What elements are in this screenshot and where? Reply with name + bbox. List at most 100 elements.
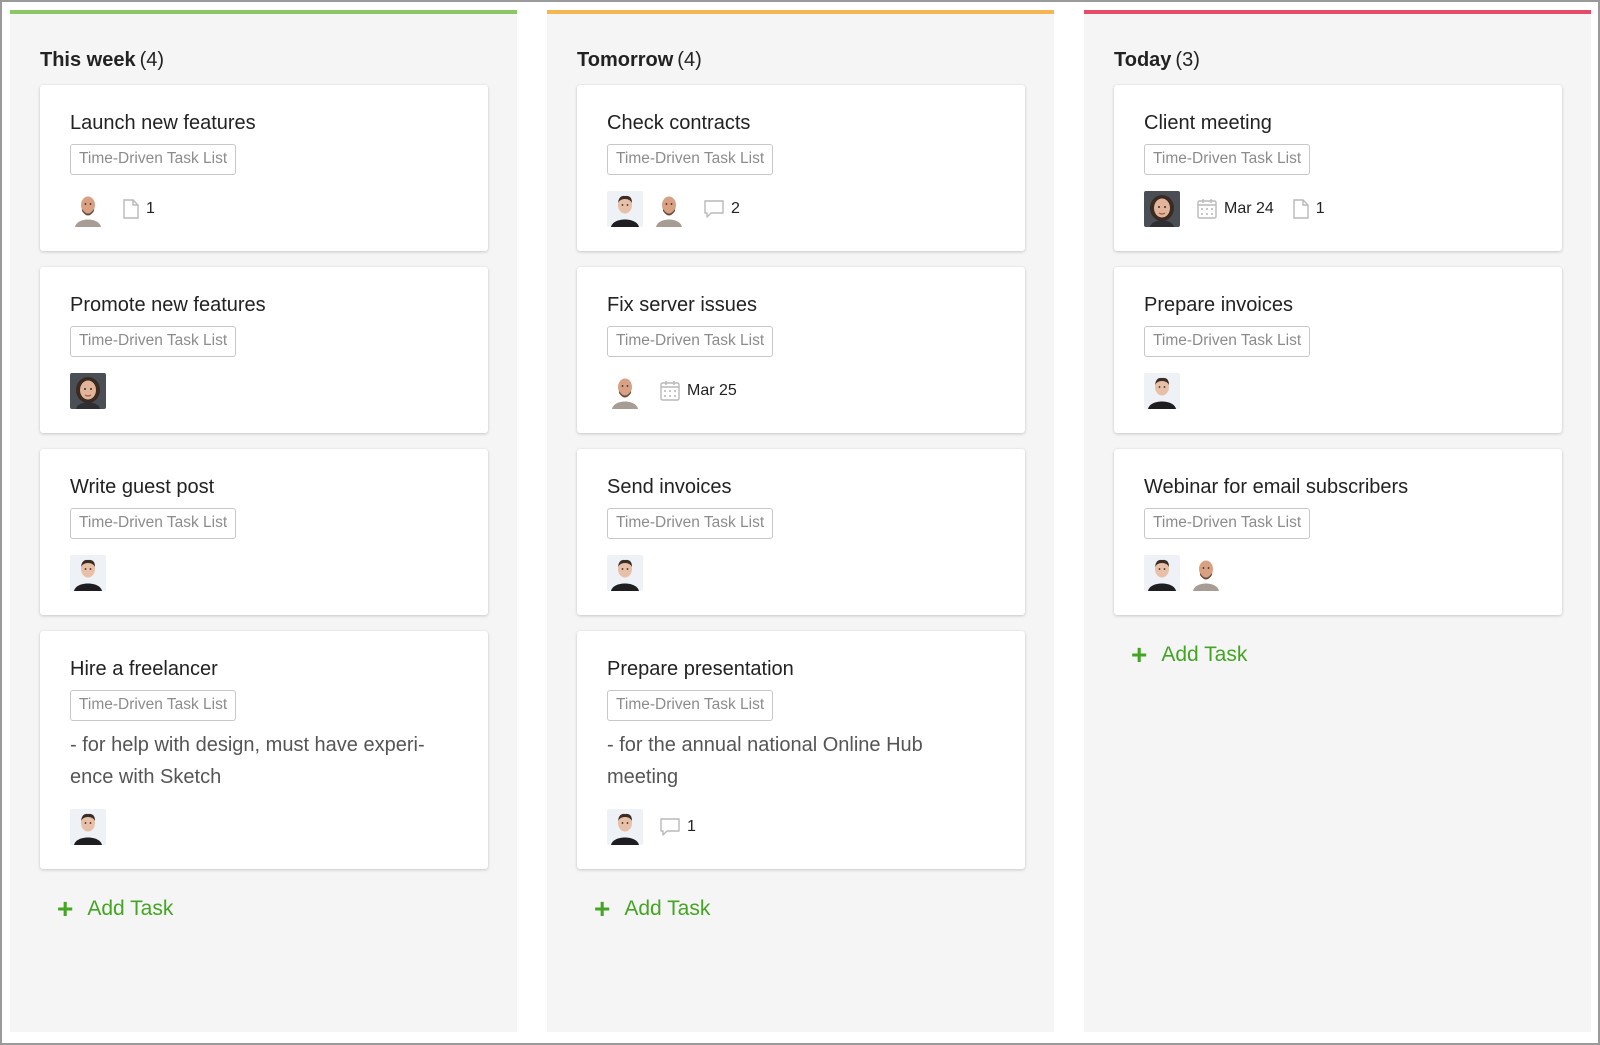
task-meta: 1 [70, 191, 458, 227]
task-title[interactable]: Promote new features [70, 292, 458, 318]
file-icon [123, 199, 139, 219]
kanban-board: This week (4) Launch new features Time-Dri… [10, 10, 1600, 1032]
task-list-tag[interactable]: Time-Driven Task List [70, 326, 237, 357]
calendar-icon [660, 381, 680, 401]
column-title: Today [1114, 49, 1172, 71]
task-tag-row: Time-Driven Task List [70, 318, 458, 357]
task-meta [70, 555, 458, 591]
task-title[interactable]: Check contracts [607, 110, 995, 136]
add-task-button[interactable]: + Add Task [594, 895, 1025, 923]
task-list-tag[interactable]: Time-Driven Task List [70, 690, 237, 721]
column-this-week: This week (4) Launch new features Time-Dri… [10, 10, 517, 1032]
task-list-tag[interactable]: Time-Driven Task List [1144, 144, 1311, 175]
avatar-bald-man[interactable] [651, 191, 687, 227]
task-tag-row: Time-Driven Task List [70, 682, 458, 721]
task-card[interactable]: Prepare presentation Time-Driven Task Lis… [577, 631, 1025, 869]
task-tag-row: Time-Driven Task List [607, 682, 995, 721]
task-card[interactable]: Fix server issues Time-Driven Task List Ma… [577, 267, 1025, 433]
task-card[interactable]: Launch new features Time-Driven Task List… [40, 85, 488, 251]
avatar-bald-man[interactable] [607, 373, 643, 409]
avatar-bald-man[interactable] [1188, 555, 1224, 591]
add-task-label: Add Task [87, 897, 174, 920]
column-count: (3) [1175, 49, 1200, 71]
task-card[interactable]: Client meeting Time-Driven Task List Mar 2… [1114, 85, 1562, 251]
task-card[interactable]: Hire a freelancer Time-Driven Task List - … [40, 631, 488, 869]
add-task-button[interactable]: + Add Task [1131, 641, 1562, 669]
avatar-man[interactable] [607, 809, 643, 845]
task-title[interactable]: Client meeting [1144, 110, 1532, 136]
calendar-icon [1197, 199, 1217, 219]
avatar-man[interactable] [70, 809, 106, 845]
task-card[interactable]: Promote new features Time-Driven Task Lis… [40, 267, 488, 433]
task-title[interactable]: Prepare presentation [607, 656, 995, 682]
task-title[interactable]: Write guest post [70, 474, 458, 500]
task-title[interactable]: Send invoices [607, 474, 995, 500]
task-title[interactable]: Fix server issues [607, 292, 995, 318]
due-date[interactable]: Mar 24 [1196, 198, 1274, 220]
task-list-tag[interactable]: Time-Driven Task List [607, 508, 774, 539]
due-date-label: Mar 24 [1224, 200, 1274, 217]
task-card[interactable]: Check contracts Time-Driven Task List 2 [577, 85, 1025, 251]
task-meta: Mar 24 1 [1144, 191, 1532, 227]
column-count: (4) [677, 49, 702, 71]
task-list-tag[interactable]: Time-Driven Task List [607, 326, 774, 357]
task-meta: Mar 25 [607, 373, 995, 409]
comment-icon [660, 818, 680, 836]
card-list: Check contracts Time-Driven Task List 2 Fix… [577, 85, 1025, 923]
due-date[interactable]: Mar 25 [659, 380, 737, 402]
add-task-button[interactable]: + Add Task [57, 893, 488, 924]
plus-icon: + [57, 893, 74, 924]
avatar-bald-man[interactable] [70, 191, 106, 227]
task-card[interactable]: Write guest post Time-Driven Task List [40, 449, 488, 615]
avatar-woman[interactable] [1144, 191, 1180, 227]
task-meta: 1 [607, 809, 995, 845]
task-meta: 2 [607, 191, 995, 227]
due-date-label: Mar 25 [687, 382, 737, 399]
task-meta [70, 373, 458, 409]
comments-count[interactable]: 1 [659, 817, 696, 837]
column-header: Today (3) [1114, 48, 1200, 72]
avatar-woman[interactable] [70, 373, 106, 409]
avatar-man[interactable] [607, 555, 643, 591]
avatar-man[interactable] [1144, 373, 1180, 409]
comments-count-label: 1 [687, 818, 696, 835]
task-tag-row: Time-Driven Task List [1144, 500, 1532, 539]
column-count: (4) [139, 49, 165, 71]
attachments-count[interactable]: 1 [122, 199, 155, 219]
task-title[interactable]: Launch new features [70, 110, 458, 136]
task-card[interactable]: Webinar for email subscribers Time-Driven… [1114, 449, 1562, 615]
task-tag-row: Time-Driven Task List [607, 136, 995, 175]
attachments-count[interactable]: 1 [1292, 199, 1325, 219]
column-today: Today (3) Client meeting Time-Driven Task … [1084, 10, 1591, 1032]
task-list-tag[interactable]: Time-Driven Task List [70, 144, 237, 175]
task-list-tag[interactable]: Time-Driven Task List [1144, 508, 1311, 539]
task-tag-row: Time-Driven Task List [1144, 136, 1532, 175]
avatar-man[interactable] [1144, 555, 1180, 591]
task-list-tag[interactable]: Time-Driven Task List [607, 144, 774, 175]
task-meta [70, 809, 458, 845]
task-meta [607, 555, 995, 591]
attachments-count-label: 1 [1315, 200, 1325, 217]
task-list-tag[interactable]: Time-Driven Task List [607, 690, 774, 721]
task-card[interactable]: Send invoices Time-Driven Task List [577, 449, 1025, 615]
avatar-man[interactable] [607, 191, 643, 227]
avatar-man[interactable] [70, 555, 106, 591]
task-list-tag[interactable]: Time-Driven Task List [70, 508, 237, 539]
task-title[interactable]: Hire a freelancer [70, 656, 458, 682]
task-tag-row: Time-Driven Task List [607, 500, 995, 539]
comments-count[interactable]: 2 [703, 199, 740, 219]
task-title[interactable]: Webinar for email subscribers [1144, 474, 1532, 500]
column-header: This week (4) [40, 48, 164, 72]
add-task-label: Add Task [1161, 643, 1248, 666]
attachments-count-label: 1 [146, 200, 155, 217]
column-title: Tomorrow [577, 49, 674, 71]
task-list-tag[interactable]: Time-Driven Task List [1144, 326, 1311, 357]
task-tag-row: Time-Driven Task List [70, 500, 458, 539]
card-list: Launch new features Time-Driven Task List… [40, 85, 488, 924]
task-title[interactable]: Prepare invoices [1144, 292, 1532, 318]
comments-count-label: 2 [731, 200, 740, 217]
task-description: - for help with design, must have experi… [70, 734, 425, 788]
task-card[interactable]: Prepare invoices Time-Driven Task List [1114, 267, 1562, 433]
task-meta [1144, 555, 1532, 591]
column-tomorrow: Tomorrow (4) Check contracts Time-Driven T… [547, 10, 1054, 1032]
